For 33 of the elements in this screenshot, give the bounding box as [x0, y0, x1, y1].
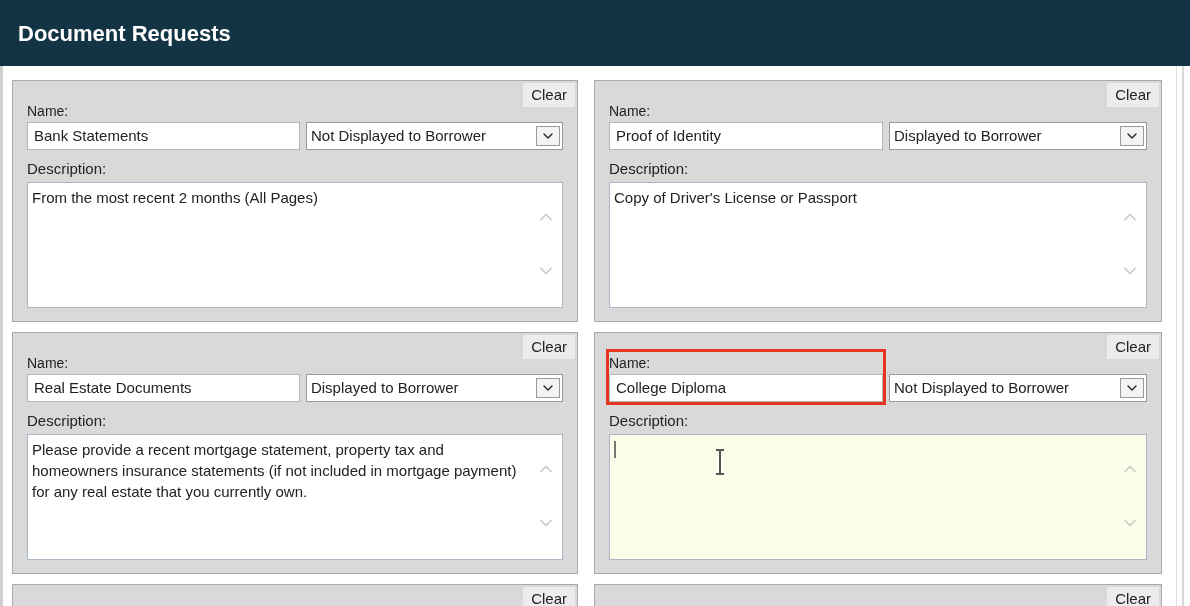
description-field[interactable]: Please provide a recent mortgage statement, property tax and homeowners insurance statements (if not included in mortgage payment) for any real estate that you currently own. [27, 434, 563, 560]
clear-button[interactable]: Clear [523, 335, 575, 359]
visibility-dropdown[interactable]: Not Displayed to Borrower [889, 374, 1147, 402]
text-caret [614, 441, 616, 458]
name-label: Name: [27, 354, 70, 373]
name-label: Name: [609, 102, 652, 121]
clear-button[interactable]: Clear [523, 587, 575, 606]
name-field[interactable]: Proof of Identity [609, 122, 883, 150]
name-label: Name: [27, 102, 70, 121]
description-label: Description: [609, 159, 690, 179]
description-field[interactable]: Copy of Driver's License or Passport [609, 182, 1147, 308]
page-title: Document Requests [18, 19, 231, 48]
description-field[interactable] [609, 434, 1147, 560]
description-label: Description: [27, 159, 108, 179]
name-field[interactable]: College Diploma [609, 374, 883, 402]
chevron-down-icon [536, 126, 560, 146]
visibility-dropdown[interactable]: Displayed to Borrower [305, 374, 563, 402]
visibility-dropdown[interactable]: Displayed to Borrower [889, 122, 1147, 150]
description-field[interactable]: From the most recent 2 months (All Pages) [27, 182, 563, 308]
clear-button[interactable]: Clear [1107, 335, 1159, 359]
chevron-down-icon [1120, 126, 1144, 146]
name-label: Name: [609, 354, 652, 373]
description-label: Description: [27, 411, 108, 431]
chevron-down-icon [1120, 378, 1144, 398]
clear-button[interactable]: Clear [523, 83, 575, 107]
name-field[interactable]: Bank Statements [27, 122, 300, 150]
chevron-down-icon [536, 378, 560, 398]
visibility-dropdown[interactable]: Not Displayed to Borrower [305, 122, 563, 150]
name-field[interactable]: Real Estate Documents [27, 374, 300, 402]
text-cursor-icon [714, 449, 726, 475]
description-label: Description: [609, 411, 690, 431]
clear-button[interactable]: Clear [1107, 83, 1159, 107]
clear-button[interactable]: Clear [1107, 587, 1159, 606]
